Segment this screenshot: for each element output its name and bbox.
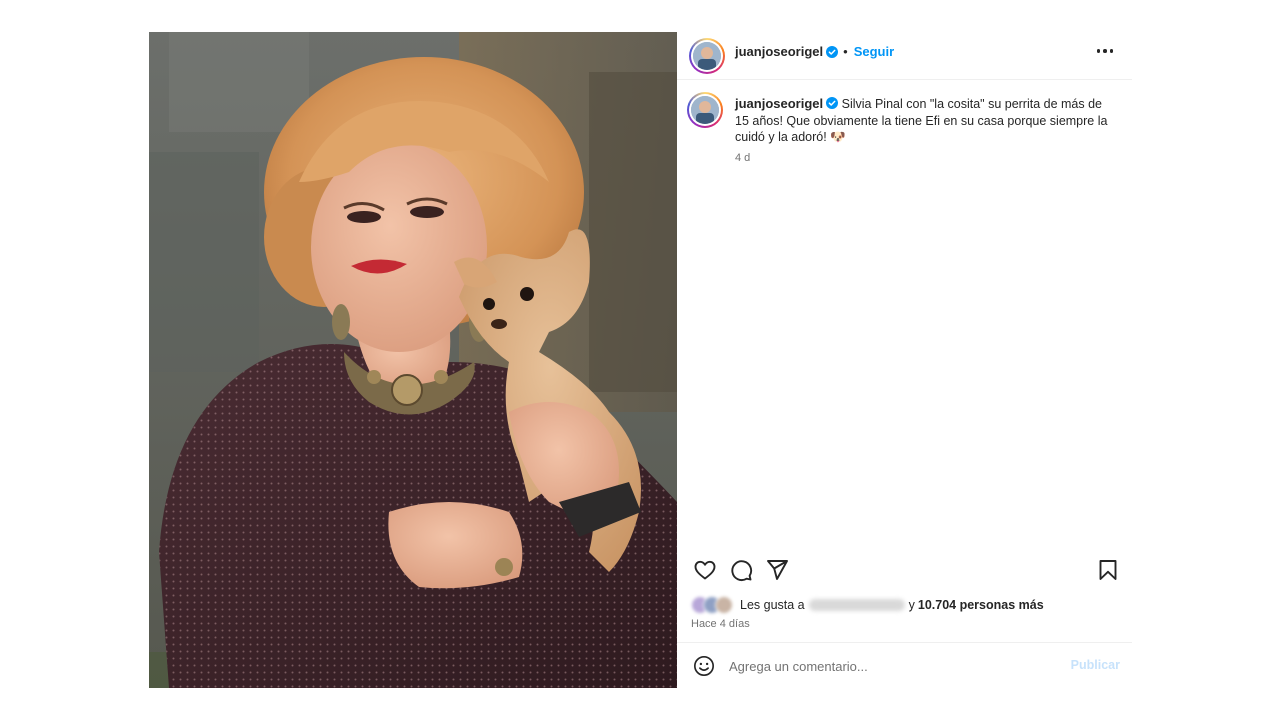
caption-timestamp[interactable]: 4 d (735, 152, 750, 164)
caption-text-block: juanjoseorigel Silvia Pinal con "la cosi… (735, 96, 1115, 146)
blurred-username (808, 599, 905, 611)
comment-input[interactable] (729, 655, 1049, 677)
caption-username[interactable]: juanjoseorigel (735, 96, 823, 111)
author-avatar[interactable] (689, 38, 725, 74)
likes-connector: y (908, 598, 915, 612)
verified-badge-icon (826, 97, 839, 109)
follow-button[interactable]: Seguir (854, 44, 894, 59)
likes-summary[interactable]: Les gusta a y 10.704 personas más (691, 595, 1044, 615)
likes-count[interactable]: 10.704 personas más (918, 598, 1044, 612)
heart-icon[interactable] (693, 558, 717, 582)
post-actions (677, 554, 1132, 586)
likes-prefix: Les gusta a (740, 598, 805, 612)
author-username[interactable]: juanjoseorigel (735, 44, 823, 59)
post-side-panel: juanjoseorigel • Seguir juanjoseorigel S… (677, 32, 1132, 688)
share-icon[interactable] (765, 558, 789, 582)
verified-badge-icon (826, 45, 839, 58)
post-timestamp[interactable]: Hace 4 días (691, 618, 750, 630)
avatar-image (693, 42, 721, 70)
comment-bar: Publicar (677, 642, 1132, 688)
bookmark-icon[interactable] (1096, 558, 1120, 582)
publish-button[interactable]: Publicar (1071, 658, 1120, 672)
caption-avatar[interactable] (687, 92, 723, 128)
post-photo (149, 32, 677, 688)
comment-icon[interactable] (729, 558, 753, 582)
post-image[interactable] (149, 32, 677, 688)
avatar-image (691, 96, 719, 124)
more-options-icon[interactable] (1094, 44, 1116, 58)
post-header: juanjoseorigel • Seguir (677, 32, 1132, 80)
liker-avatars (691, 596, 735, 614)
instagram-post: juanjoseorigel • Seguir juanjoseorigel S… (149, 32, 1132, 688)
emoji-icon[interactable] (693, 655, 715, 677)
separator-dot: • (843, 44, 848, 59)
